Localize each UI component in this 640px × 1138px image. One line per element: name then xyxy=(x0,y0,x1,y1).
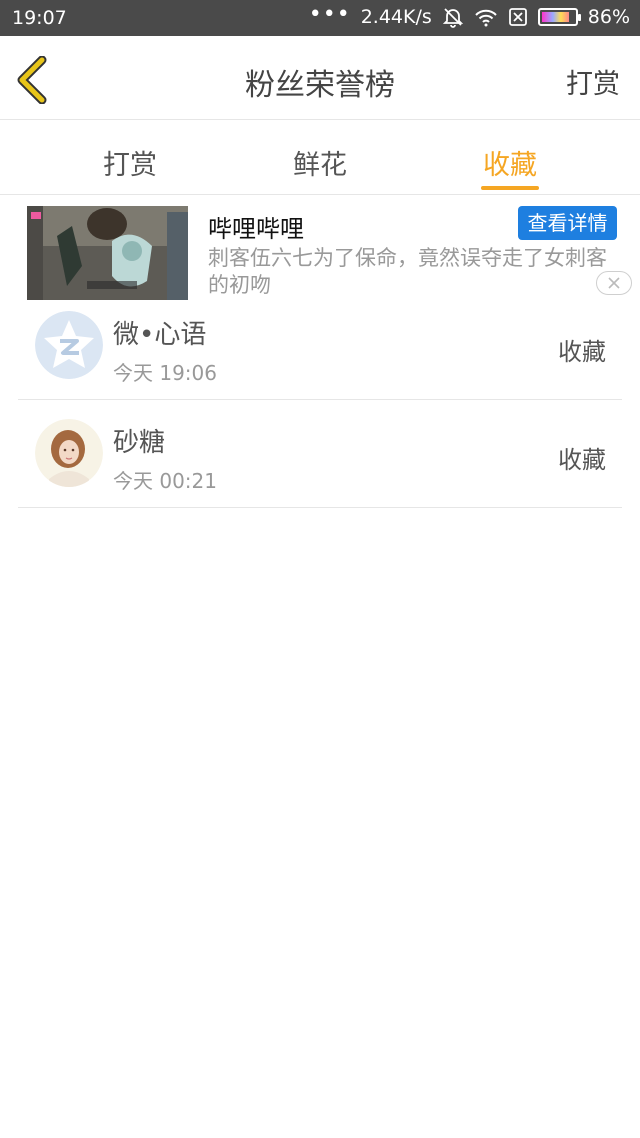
tab-label: 鲜花 xyxy=(293,150,347,181)
sim-off-icon xyxy=(508,7,528,27)
tab-reward[interactable]: 打赏 xyxy=(35,121,225,194)
app-header: 粉丝荣誉榜 打赏 xyxy=(0,36,640,120)
girl-photo-avatar-icon xyxy=(35,419,103,487)
page-title: 粉丝荣誉榜 xyxy=(245,68,395,103)
list-item[interactable]: 微•心语 今天 19:06 收藏 xyxy=(18,292,622,400)
mute-icon xyxy=(442,6,464,28)
status-bar: 19:07 ••• 2.44K/s 86% xyxy=(0,0,640,36)
net-speed: 2.44K/s xyxy=(360,6,432,28)
tab-label: 收藏 xyxy=(483,150,537,181)
ad-title: 哔哩哔哩 xyxy=(208,215,304,243)
timestamp: 今天 19:06 xyxy=(113,361,217,385)
user-name: 微•心语 xyxy=(113,320,207,350)
action-status: 收藏 xyxy=(558,338,606,366)
tab-favorites[interactable]: 收藏 xyxy=(415,121,605,194)
active-tab-indicator xyxy=(481,186,539,190)
avatar xyxy=(35,311,103,379)
user-name: 砂糖 xyxy=(113,428,166,458)
battery-icon xyxy=(537,8,581,26)
status-icons: ••• 2.44K/s 86% xyxy=(308,2,630,29)
list-item[interactable]: 砂糖 今天 00:21 收藏 xyxy=(18,400,622,508)
reward-action-button[interactable]: 打赏 xyxy=(566,62,620,101)
view-details-button[interactable]: 查看详情 xyxy=(518,206,617,240)
tab-label: 打赏 xyxy=(103,150,157,181)
tab-flowers[interactable]: 鲜花 xyxy=(225,121,415,194)
tab-bar: 打赏 鲜花 收藏 xyxy=(0,121,640,195)
close-icon xyxy=(608,277,620,289)
ad-close-button[interactable] xyxy=(596,271,632,295)
favorites-list: 微•心语 今天 19:06 收藏 砂糖 今天 00:21 收藏 xyxy=(0,292,640,508)
action-status: 收藏 xyxy=(558,446,606,474)
wifi-icon xyxy=(474,7,498,27)
timestamp: 今天 00:21 xyxy=(113,469,217,493)
battery-percent: 86% xyxy=(587,6,630,28)
avatar xyxy=(35,419,103,487)
ad-thumbnail xyxy=(27,206,188,300)
ad-banner[interactable]: 哔哩哔哩 刺客伍六七为了保命，竟然误夺走了女刺客的初吻 查看详情 xyxy=(0,197,640,302)
more-dots: ••• xyxy=(308,2,351,27)
ad-description: 刺客伍六七为了保命，竟然误夺走了女刺客的初吻 xyxy=(208,246,607,297)
status-time: 19:07 xyxy=(12,7,67,29)
qzone-avatar-icon xyxy=(35,311,103,379)
